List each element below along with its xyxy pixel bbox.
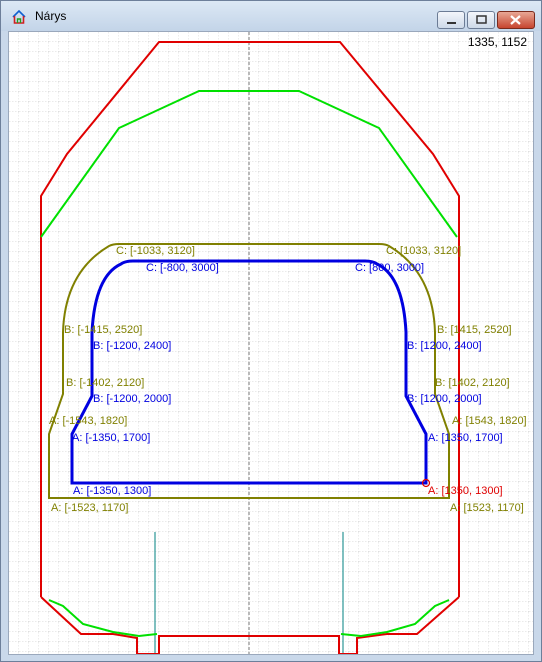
window: Nárys C: [-1033, 3120] C: [1033, 3120] B… [0,0,542,662]
elevation-drawing[interactable]: C: [-1033, 3120] C: [1033, 3120] B: [-14… [9,32,533,654]
label-olive-a2-left: A: [-1523, 1170] [51,502,128,514]
label-blue-c-left: C: [-800, 3000] [146,262,219,274]
close-button[interactable] [497,11,535,29]
maximize-button[interactable] [467,11,495,29]
house-icon [12,9,26,24]
label-olive-b2-left: B: [-1402, 2120] [66,377,144,389]
label-blue-b2-right: B: [1200, 2000] [407,393,482,405]
drawing-canvas[interactable]: C: [-1033, 3120] C: [1033, 3120] B: [-14… [8,31,534,655]
label-olive-a2-right: A: [1523, 1170] [450,502,524,514]
label-blue-a2-left: A: [-1350, 1300] [73,485,151,497]
restore-icon [476,15,487,24]
label-olive-a1-right: A: [1543, 1820] [452,415,527,427]
label-olive-b1-left: B: [-1415, 2520] [64,324,142,336]
cursor-coordinates: 1335, 1152 [467,35,527,49]
minimize-icon [447,22,456,24]
label-olive-a1-left: A: [-1543, 1820] [49,415,127,427]
label-olive-c-right: C: [1033, 3120] [386,245,461,257]
window-title: Nárys [35,9,67,23]
label-blue-b2-left: B: [-1200, 2000] [93,393,171,405]
label-red-a2-right: A: [1350, 1300] [428,485,503,497]
label-blue-c-right: C: [800, 3000] [355,262,424,274]
label-olive-c-left: C: [-1033, 3120] [116,245,195,257]
label-blue-a1-left: A: [-1350, 1700] [72,432,150,444]
label-olive-b1-right: B: [1415, 2520] [437,324,512,336]
label-blue-b1-left: B: [-1200, 2400] [93,340,171,352]
label-olive-b2-right: B: [1402, 2120] [435,377,510,389]
minimize-button[interactable] [437,11,465,29]
close-icon [510,15,521,25]
label-blue-b1-right: B: [1200, 2400] [407,340,482,352]
title-bar[interactable]: Nárys [1,1,541,31]
label-blue-a1-right: A: [1350, 1700] [428,432,503,444]
